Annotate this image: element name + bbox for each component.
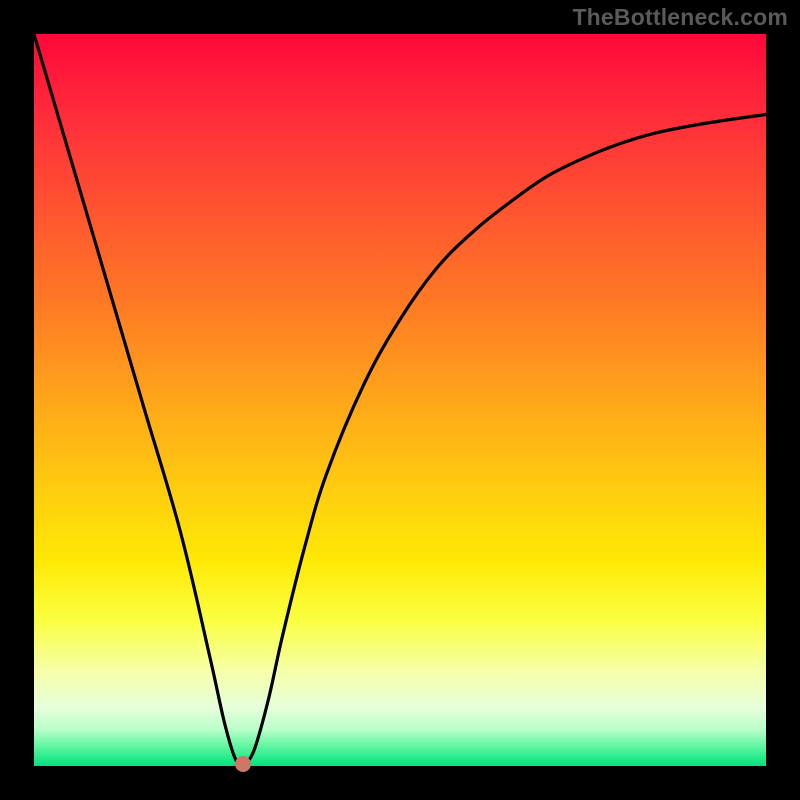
chart-frame: TheBottleneck.com: [0, 0, 800, 800]
plot-area: [34, 34, 766, 766]
optimum-marker: [235, 756, 251, 772]
watermark-text: TheBottleneck.com: [572, 4, 788, 31]
bottleneck-curve: [34, 34, 766, 766]
